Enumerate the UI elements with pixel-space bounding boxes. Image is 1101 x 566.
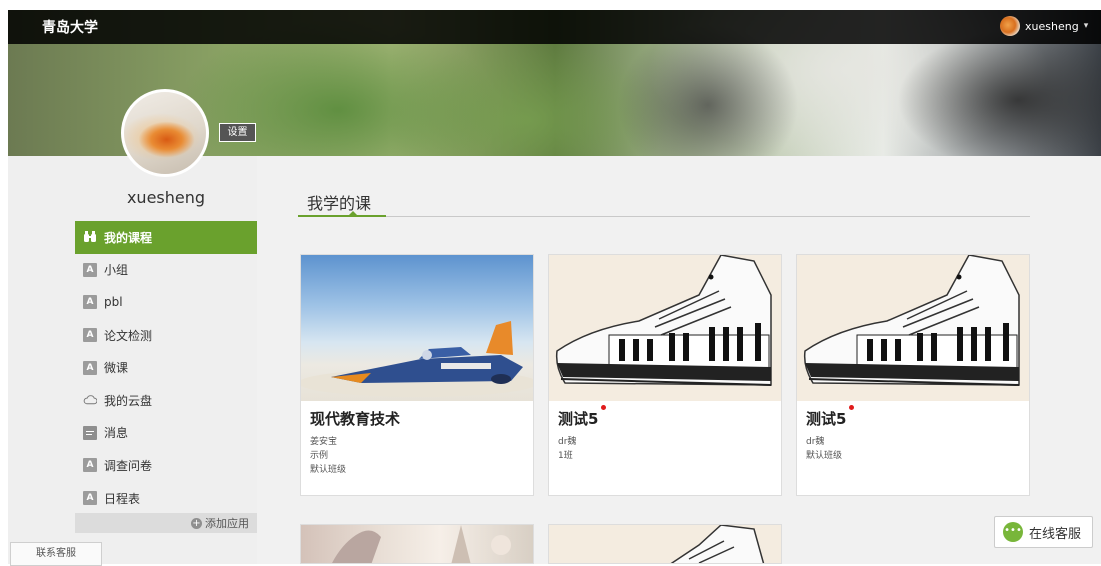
course-thumbnail-piano-sneaker <box>797 255 1029 401</box>
course-thumbnail-partial <box>301 525 533 563</box>
sidebar-item-survey[interactable]: A 调查问卷 <box>75 449 257 482</box>
course-title: 测试5 <box>558 405 607 429</box>
course-title: 现代教育技术 <box>310 410 401 428</box>
settings-button[interactable]: 设置 <box>219 123 256 142</box>
plus-icon: + <box>191 517 202 529</box>
message-icon <box>83 425 97 440</box>
online-service-button[interactable]: ••• 在线客服 <box>994 516 1093 548</box>
course-class: 默认班级 <box>806 451 843 461</box>
app-icon: A <box>83 295 97 310</box>
course-title: 测试5 <box>806 405 855 429</box>
sidebar-item-label: 消息 <box>104 426 129 441</box>
app-icon: A <box>83 360 97 375</box>
sidebar-item-cloud-drive[interactable]: 我的云盘 <box>75 384 257 417</box>
sidebar-item-paper-check[interactable]: A 论文检测 <box>75 319 257 352</box>
sidebar-item-label: 我的云盘 <box>104 393 153 408</box>
new-badge-dot <box>601 405 607 410</box>
section-title[interactable]: 我学的课 <box>307 190 371 214</box>
sidebar-item-label: 我的课程 <box>104 230 153 245</box>
course-teacher: dr魏 <box>558 437 577 447</box>
sidebar-item-label: 微课 <box>104 361 129 376</box>
profile-avatar <box>121 89 209 177</box>
sidebar-item-label: pbl <box>104 295 123 310</box>
course-class: 1班 <box>558 451 573 461</box>
app-icon: A <box>83 262 97 277</box>
sidebar-item-pbl[interactable]: A pbl <box>75 286 257 319</box>
sidebar-item-label: 日程表 <box>104 491 141 506</box>
course-thumbnail-piano-sneaker <box>549 255 781 401</box>
sidebar-item-groups[interactable]: A 小组 <box>75 254 257 287</box>
top-navigation-bar <box>8 10 1101 44</box>
sidebar-item-my-courses[interactable]: 我的课程 <box>75 221 257 254</box>
sidebar-item-micro-course[interactable]: A 微课 <box>75 351 257 384</box>
app-icon: A <box>83 458 97 473</box>
user-name: xuesheng <box>1025 19 1079 33</box>
course-thumbnail-piano-sneaker <box>549 525 781 563</box>
sidebar-item-schedule[interactable]: A 日程表 <box>75 482 257 515</box>
chevron-down-icon: ▾ <box>1083 21 1089 31</box>
course-class: 默认班级 <box>310 465 347 475</box>
course-card[interactable]: 测试5 dr魏 默认班级 <box>796 254 1030 496</box>
online-service-label: 在线客服 <box>1029 526 1082 542</box>
sidebar-item-label: 小组 <box>104 263 129 278</box>
section-tab-underline <box>298 215 386 217</box>
course-teacher: 姜安宝 <box>310 437 338 447</box>
course-thumbnail-rocket-car <box>301 255 533 401</box>
app-icon: A <box>83 491 97 506</box>
course-card[interactable]: 测试5 dr魏 1班 <box>548 254 782 496</box>
brand-logo[interactable]: 青岛大学 <box>42 17 98 37</box>
course-card-partial[interactable] <box>548 524 782 564</box>
sidebar-item-label: 调查问卷 <box>104 458 153 473</box>
cloud-icon <box>83 393 97 407</box>
new-badge-dot <box>849 405 855 410</box>
user-menu[interactable]: xuesheng ▾ <box>1000 15 1088 37</box>
course-card-partial[interactable] <box>300 524 534 564</box>
profile-name: xuesheng <box>126 188 206 207</box>
chat-icon: ••• <box>1003 522 1023 542</box>
add-app-label: 添加应用 <box>205 517 249 530</box>
section-tab-notch <box>348 211 358 216</box>
course-card[interactable]: 现代教育技术 姜安宝 示例 默认班级 <box>300 254 534 496</box>
sidebar-nav: 我的课程 A 小组 A pbl A 论文检测 A 微课 我的云盘 消息 A 调查… <box>75 221 257 514</box>
user-avatar <box>1000 16 1020 36</box>
add-app-button[interactable]: + 添加应用 <box>75 513 257 533</box>
sidebar-item-label: 论文检测 <box>104 328 153 343</box>
section-divider <box>298 216 1030 217</box>
sidebar-item-messages[interactable]: 消息 <box>75 417 257 450</box>
binoculars-icon <box>83 230 97 244</box>
contact-support-button[interactable]: 联系客服 <box>10 542 102 566</box>
course-teacher: dr魏 <box>806 437 825 447</box>
app-icon: A <box>83 328 97 343</box>
course-subtitle: 示例 <box>310 451 329 461</box>
